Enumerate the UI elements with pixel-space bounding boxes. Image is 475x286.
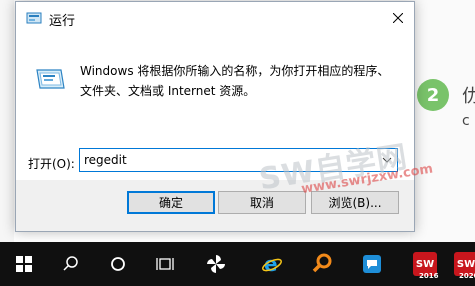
dialog-description: Windows 将根据你所输入的名称，为你打开相应的程序、文件夹、文档或 Int… bbox=[80, 64, 390, 98]
background-page-left bbox=[0, 0, 14, 242]
open-combobox[interactable]: regedit bbox=[79, 148, 398, 172]
screen: 2 仂 c 运行 Windows 将根据你所输入的名称，为你打开相应的程序、文件… bbox=[0, 0, 475, 286]
close-icon bbox=[393, 13, 403, 23]
step-number-badge: 2 bbox=[417, 79, 449, 111]
taskbar-solidworks-2016[interactable]: SW 2016 bbox=[405, 242, 445, 286]
open-label: 打开(O): bbox=[28, 157, 75, 171]
dialog-title: 运行 bbox=[49, 14, 76, 29]
close-button[interactable] bbox=[382, 2, 414, 34]
pinwheel-icon bbox=[207, 255, 225, 273]
background-partial-text-1: 仂 bbox=[462, 86, 475, 107]
cancel-button[interactable]: 取消 bbox=[218, 191, 306, 214]
taskbar: e SW 2016 SW 2020 bbox=[0, 242, 475, 286]
ok-button[interactable]: 确定 bbox=[127, 191, 215, 214]
dialog-body: Windows 将根据你所输入的名称，为你打开相应的程序、文件夹、文档或 Int… bbox=[16, 34, 414, 180]
taskbar-search-button[interactable] bbox=[51, 242, 91, 286]
chat-bubble-icon bbox=[363, 255, 381, 273]
cortana-button[interactable] bbox=[98, 242, 138, 286]
combobox-dropdown[interactable] bbox=[377, 149, 397, 171]
run-program-icon bbox=[36, 69, 65, 89]
taskbar-app-pinwheel[interactable] bbox=[196, 242, 236, 286]
dialog-footer: 确定 取消 浏览(B)... bbox=[16, 180, 414, 231]
taskbar-search-app[interactable] bbox=[302, 242, 342, 286]
solidworks-year: 2020 bbox=[459, 272, 475, 280]
solidworks-year: 2016 bbox=[419, 272, 439, 280]
background-partial-text-2: c bbox=[462, 113, 470, 129]
open-input[interactable]: regedit bbox=[84, 153, 127, 167]
run-dialog: 运行 Windows 将根据你所输入的名称，为你打开相应的程序、文件夹、文档或 … bbox=[15, 1, 415, 232]
internet-explorer-icon: e bbox=[262, 253, 282, 275]
run-app-icon bbox=[26, 12, 42, 24]
taskbar-ie[interactable]: e bbox=[252, 242, 292, 286]
magnifier-orange-icon bbox=[312, 253, 332, 273]
search-icon bbox=[63, 256, 78, 271]
task-view-icon bbox=[156, 258, 174, 270]
windows-logo-icon bbox=[16, 256, 32, 272]
dialog-titlebar[interactable]: 运行 bbox=[16, 2, 414, 34]
browse-button[interactable]: 浏览(B)... bbox=[311, 191, 399, 214]
chevron-down-icon bbox=[382, 157, 392, 163]
taskbar-chat[interactable] bbox=[352, 242, 392, 286]
task-view-button[interactable] bbox=[145, 242, 185, 286]
taskbar-solidworks-2020[interactable]: SW 2020 bbox=[446, 242, 475, 286]
circle-icon bbox=[111, 257, 125, 271]
start-button[interactable] bbox=[4, 242, 44, 286]
